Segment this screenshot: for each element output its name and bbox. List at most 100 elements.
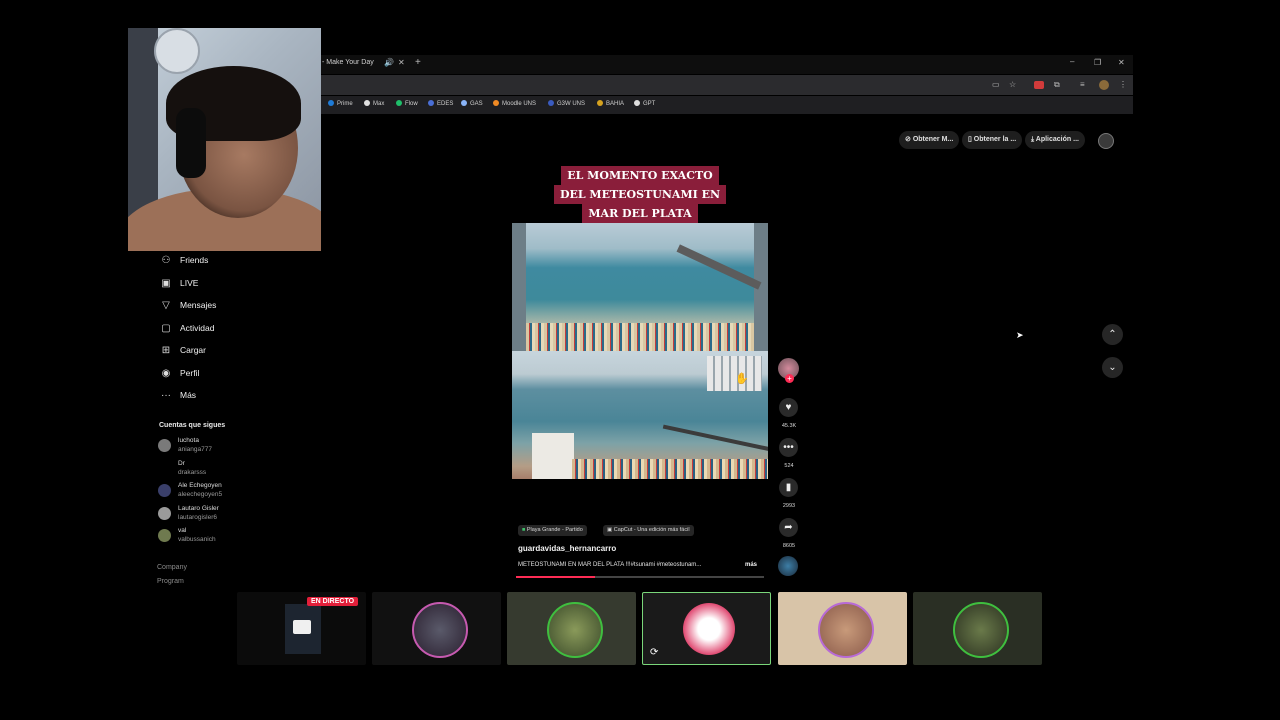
capcut-chip[interactable]: ▣ CapCut - Una edición más fácil <box>603 525 694 536</box>
activity-icon: ▢ <box>161 323 171 334</box>
heart-icon: ♥ <box>785 402 792 413</box>
bookmark-label: G3W UNS <box>557 101 586 107</box>
video-progress-fill <box>516 576 595 578</box>
nav-activity[interactable]: ▢ Actividad <box>159 323 214 334</box>
music-disc-icon[interactable] <box>778 556 798 576</box>
bookmark-item[interactable]: Moodle UNS <box>493 100 536 107</box>
caption-line: EL MOMENTO EXACTO <box>561 166 719 185</box>
avatar <box>158 507 171 520</box>
extension-red-icon[interactable] <box>1034 81 1044 89</box>
nav-live[interactable]: ▣ LIVE <box>159 278 198 289</box>
kebab-menu-icon[interactable]: ⋮ <box>1119 80 1127 89</box>
emote-knight-icon <box>412 602 468 658</box>
more-icon: ··· <box>161 390 171 401</box>
previous-video-button[interactable]: ⌃ <box>1102 324 1123 345</box>
nav-friends[interactable]: ⚇ Friends <box>159 255 209 266</box>
bookmark-item[interactable]: Max <box>364 100 384 107</box>
profile-avatar-icon[interactable] <box>1099 80 1109 90</box>
comment-count: 524 <box>784 463 794 469</box>
nav-upload[interactable]: ⊞ Cargar <box>159 345 206 356</box>
active-tab-title[interactable]: - Make Your Day <box>322 59 374 66</box>
footer-program-link[interactable]: Program <box>157 578 184 585</box>
bookmark-item[interactable]: Prime <box>328 100 353 107</box>
cast-icon[interactable]: ▭ <box>992 80 1000 89</box>
bookmark-favicon-icon <box>396 100 402 106</box>
bookmark-label: Max <box>373 101 385 107</box>
webcam-overlay <box>128 28 321 251</box>
speaker-icon[interactable]: 🔊 <box>384 58 394 67</box>
desktop-app-button[interactable]: ⤓ Aplicación ... <box>1025 131 1085 149</box>
like-button[interactable]: ♥ <box>779 398 798 417</box>
save-button[interactable]: ▮ <box>779 478 798 497</box>
bookmark-label: BAHIA <box>606 101 625 107</box>
star-icon[interactable]: ☆ <box>1009 80 1016 89</box>
emote-tile-selected <box>642 592 771 665</box>
new-tab-icon[interactable]: + <box>415 57 421 68</box>
bookmark-label: GAS <box>470 101 483 107</box>
chevron-up-icon: ⌃ <box>1108 329 1117 340</box>
emote-tile <box>507 592 636 665</box>
following-title: Cuentas que sigues <box>159 422 226 429</box>
bookmark-item[interactable]: GAS <box>461 100 483 107</box>
bookmark-label: GPT <box>643 101 656 107</box>
avatar <box>158 484 171 497</box>
emote-tile <box>372 592 501 665</box>
more-button[interactable]: más <box>745 562 757 568</box>
close-tab-icon[interactable]: ✕ <box>398 58 405 67</box>
bookmark-item[interactable]: G3W UNS <box>548 100 585 107</box>
bookmark-item[interactable]: Flow <box>396 100 418 107</box>
upload-icon: ⊞ <box>161 345 171 356</box>
refresh-icon: ⟳ <box>650 647 659 658</box>
video-caption-overlay: EL MOMENTO EXACTO DEL METEOSTUNAMI EN MA… <box>553 166 727 223</box>
avatar <box>158 529 171 542</box>
video-description: METEOSTUNAMI EN MAR DEL PLATA !!!#tsunam… <box>518 562 702 568</box>
headset <box>176 108 206 178</box>
bookmark-favicon-icon <box>634 100 640 106</box>
obtain-coins-button[interactable]: ⊘ Obtener M... <box>899 131 960 149</box>
emote-pink-bot-icon <box>683 603 735 655</box>
nav-more[interactable]: ··· Más <box>159 390 196 401</box>
footer-company-link[interactable]: Company <box>157 564 187 571</box>
bookmark-item[interactable]: BAHIA <box>597 100 624 107</box>
bookmark-item[interactable]: EDES <box>428 100 453 107</box>
friends-icon: ⚇ <box>161 255 171 266</box>
bookmark-favicon-icon <box>493 100 499 106</box>
emote-face-icon <box>818 602 874 658</box>
tab-search-icon[interactable]: ≡ <box>1080 80 1085 89</box>
close-window-icon[interactable]: ✕ <box>1118 58 1125 67</box>
follow-plus-icon[interactable]: + <box>785 374 794 383</box>
video-player[interactable] <box>512 223 768 479</box>
messages-icon: ▽ <box>162 300 170 311</box>
bookmark-label: Prime <box>337 101 353 107</box>
caption-line: DEL METEOSTUNAMI EN <box>553 185 727 204</box>
bookmark-favicon-icon <box>428 100 434 106</box>
bookmark-item[interactable]: GPT <box>634 100 655 107</box>
nav-messages[interactable]: ▽ Mensajes <box>159 300 216 311</box>
avatar <box>158 439 171 452</box>
minimize-icon[interactable]: – <box>1070 57 1074 66</box>
tab-bar <box>321 55 1133 74</box>
chevron-down-icon: ⌄ <box>1108 362 1117 373</box>
bookmark-favicon-icon <box>548 100 554 106</box>
video-author[interactable]: guardavidas_hernancarro <box>518 544 616 553</box>
bookmark-favicon-icon <box>461 100 467 106</box>
next-video-button[interactable]: ⌄ <box>1102 357 1123 378</box>
comment-button[interactable]: ••• <box>779 438 798 457</box>
caption-line: MAR DEL PLATA <box>582 204 698 223</box>
like-count: 45.3K <box>781 423 797 429</box>
emote-tile <box>913 592 1042 665</box>
obtain-app-button[interactable]: ▯ Obtener la ... <box>962 131 1023 149</box>
bookmark-label: Moodle UNS <box>502 101 537 107</box>
wall-clock <box>154 28 200 74</box>
restore-icon[interactable]: ❐ <box>1094 58 1101 67</box>
hand-cursor-icon: ✋ <box>735 373 749 385</box>
share-button[interactable]: ➦ <box>779 518 798 537</box>
bookmark-icon: ▮ <box>785 482 792 493</box>
emote-duo-icon <box>953 602 1009 658</box>
bookmark-favicon-icon <box>328 100 334 106</box>
extensions-icon[interactable]: ⧉ <box>1054 80 1060 90</box>
user-avatar[interactable] <box>1098 133 1114 149</box>
bookmark-label: Flow <box>405 101 418 107</box>
nav-profile[interactable]: ◉ Perfil <box>159 368 200 379</box>
location-chip[interactable]: ■ Playa Grande - Partido <box>518 525 587 536</box>
